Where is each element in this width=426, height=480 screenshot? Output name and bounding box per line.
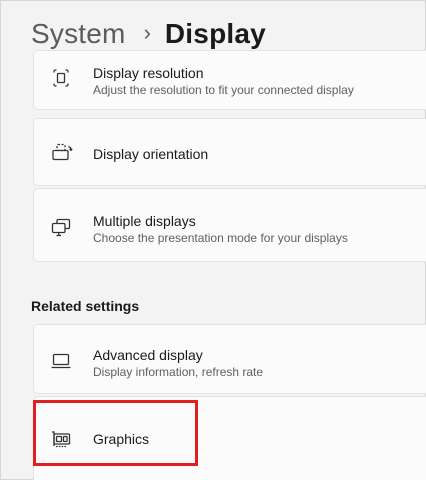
graphics-card[interactable]: Graphics <box>33 396 426 480</box>
breadcrumb-separator-icon: › <box>143 20 151 45</box>
graphics-title: Graphics <box>93 431 150 447</box>
display-resolution-icon <box>50 67 72 89</box>
multiple-displays-icon <box>50 216 72 238</box>
display-orientation-title: Display orientation <box>93 146 209 162</box>
advanced-display-subtitle: Display information, refresh rate <box>93 365 264 379</box>
display-orientation-card[interactable]: Display orientation <box>33 118 426 186</box>
advanced-display-title: Advanced display <box>93 347 203 363</box>
multiple-displays-title: Multiple displays <box>93 213 196 229</box>
breadcrumb-system-link[interactable]: System <box>31 18 126 50</box>
related-settings-heading: Related settings <box>31 298 140 314</box>
laptop-icon <box>50 350 72 372</box>
page-title: Display <box>164 18 266 49</box>
breadcrumb: System › Display <box>31 14 266 54</box>
display-resolution-card[interactable]: Display resolution Adjust the resolution… <box>33 50 426 110</box>
multiple-displays-card[interactable]: Multiple displays Choose the presentatio… <box>33 188 426 262</box>
display-resolution-title: Display resolution <box>93 65 204 81</box>
display-orientation-icon <box>51 142 73 164</box>
graphics-card-icon <box>50 428 72 450</box>
display-resolution-subtitle: Adjust the resolution to fit your connec… <box>93 83 354 97</box>
advanced-display-card[interactable]: Advanced display Display information, re… <box>33 324 426 394</box>
multiple-displays-subtitle: Choose the presentation mode for your di… <box>93 231 348 245</box>
